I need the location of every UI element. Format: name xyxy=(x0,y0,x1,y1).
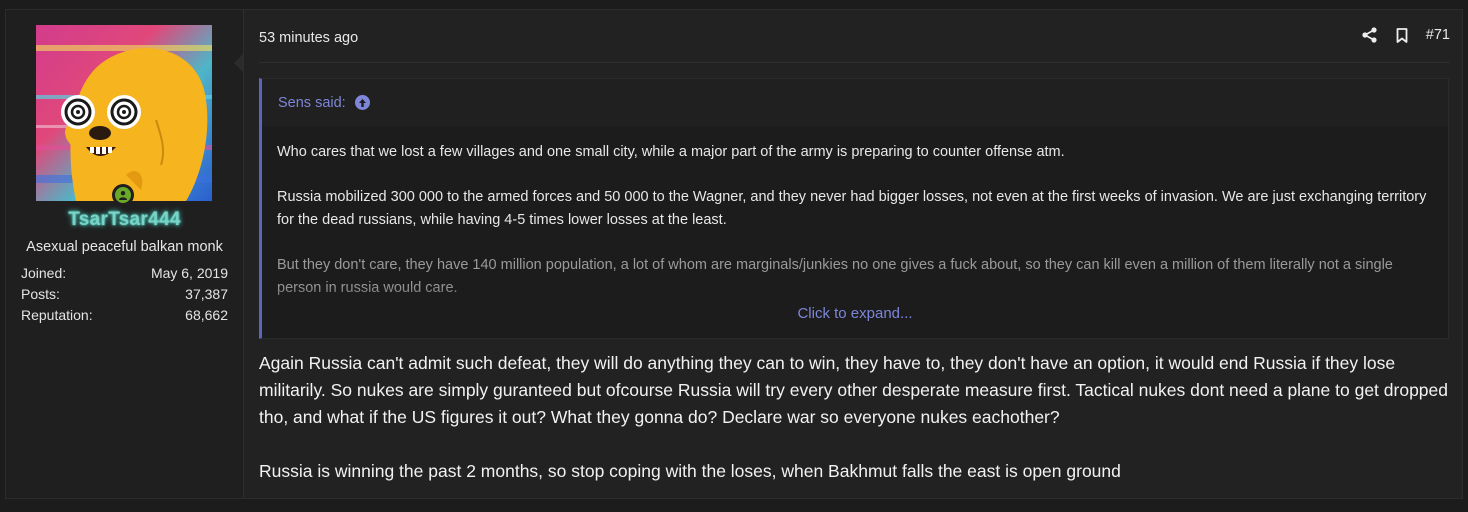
arrow-up-circle-icon[interactable] xyxy=(354,95,370,110)
user-stats: Joined: May 6, 2019 Posts: 37,387 Reputa… xyxy=(21,263,228,326)
post-main: 53 minutes ago #71 Sens said: Who cares … xyxy=(243,10,1462,498)
stat-row-reputation: Reputation: 68,662 xyxy=(21,305,228,326)
forum-post: TsarTsar444 Asexual peaceful balkan monk… xyxy=(5,9,1463,499)
avatar-image xyxy=(36,25,212,201)
quote-author-link[interactable]: Sens said: xyxy=(278,95,346,111)
message-pointer-arrow xyxy=(234,54,243,72)
quote-paragraph: Who cares that we lost a few villages an… xyxy=(277,144,1065,160)
post-actions: #71 xyxy=(1362,26,1450,44)
user-online-icon xyxy=(112,184,134,206)
stat-row-posts: Posts: 37,387 xyxy=(21,284,228,305)
post-timestamp[interactable]: 53 minutes ago xyxy=(259,30,358,46)
stat-value: 68,662 xyxy=(185,307,228,323)
click-to-expand-link[interactable]: Click to expand... xyxy=(262,305,1448,322)
quote-block: Sens said: Who cares that we lost a few … xyxy=(259,78,1449,339)
stat-value: 37,387 xyxy=(185,286,228,302)
share-icon[interactable] xyxy=(1362,26,1378,44)
stat-label: Joined: xyxy=(21,265,67,281)
stat-label: Posts: xyxy=(21,286,60,302)
message-paragraph: Again Russia can't admit such defeat, th… xyxy=(259,353,1449,427)
stat-value: May 6, 2019 xyxy=(150,265,228,281)
quote-header: Sens said: xyxy=(262,79,1448,126)
post-number-link[interactable]: #71 xyxy=(1426,27,1450,43)
quote-paragraph: Russia mobilized 300 000 to the armed fo… xyxy=(277,189,1427,228)
username-link[interactable]: TsarTsar444 xyxy=(6,209,243,231)
post-header: 53 minutes ago #71 xyxy=(259,10,1450,63)
message-paragraph: Russia is winning the past 2 months, so … xyxy=(259,461,1121,481)
post-message-body: Again Russia can't admit such defeat, th… xyxy=(259,350,1448,512)
user-sidebar: TsarTsar444 Asexual peaceful balkan monk… xyxy=(6,10,244,498)
stat-label: Reputation: xyxy=(21,307,93,323)
user-title: Asexual peaceful balkan monk xyxy=(26,239,223,255)
stat-row-joined: Joined: May 6, 2019 xyxy=(21,263,228,284)
user-avatar[interactable] xyxy=(36,25,212,201)
bookmark-icon[interactable] xyxy=(1394,26,1410,44)
